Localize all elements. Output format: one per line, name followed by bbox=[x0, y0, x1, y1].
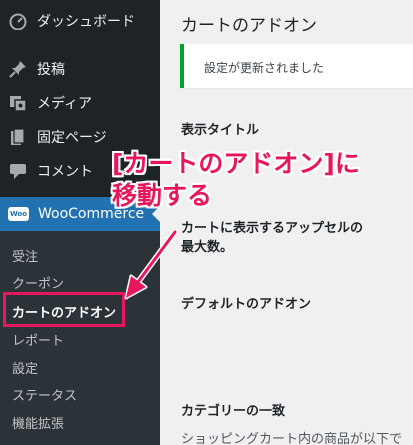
label-default-addons: デフォルトのアドオン bbox=[181, 297, 312, 312]
main-content: カートのアドオン 設定が更新されました 表示タイトル カートに表示するアップセル… bbox=[160, 0, 413, 445]
notice-text: 設定が更新されました bbox=[204, 61, 325, 75]
category-match-description: ショッピングカート内の商品が以下で bbox=[181, 432, 403, 445]
media-icon bbox=[8, 93, 28, 113]
label-display-title: 表示タイトル bbox=[181, 123, 260, 138]
label-max-upsells-line2: 最大数。 bbox=[181, 240, 234, 255]
menu-label-pages: 固定ページ bbox=[37, 130, 107, 146]
menu-label-posts: 投稿 bbox=[37, 62, 65, 78]
menu-label-media: メディア bbox=[37, 96, 93, 112]
cart-addons-highlight-box bbox=[3, 292, 125, 327]
dashboard-icon bbox=[8, 11, 28, 31]
pages-icon bbox=[8, 127, 28, 147]
page-title: カートのアドオン bbox=[181, 16, 317, 36]
menu-item-media[interactable]: メディア bbox=[0, 86, 160, 120]
annotation-line-2: 移動する bbox=[112, 181, 213, 210]
submenu-item-coupons[interactable]: クーポン bbox=[12, 273, 64, 292]
submenu-item-orders[interactable]: 受注 bbox=[12, 246, 38, 265]
submenu-item-status[interactable]: ステータス bbox=[12, 385, 77, 404]
woocommerce-icon: Woo bbox=[8, 207, 29, 221]
admin-sidebar: ダッシュボード 投稿 メディア 固定ページ コメント Woo WooCommer… bbox=[0, 0, 160, 445]
annotation-callout: [カートのアドオン]に 移動する bbox=[112, 148, 412, 212]
label-category-match: カテゴリーの一致 bbox=[181, 404, 286, 419]
submenu-item-settings[interactable]: 設定 bbox=[12, 358, 38, 377]
menu-item-posts[interactable]: 投稿 bbox=[0, 52, 160, 86]
success-notice: 設定が更新されました bbox=[180, 44, 413, 88]
menu-label-comments: コメント bbox=[37, 164, 93, 180]
comment-bubble-icon bbox=[8, 161, 28, 181]
submenu-item-reports[interactable]: レポート bbox=[12, 330, 64, 349]
submenu-item-extensions[interactable]: 機能拡張 bbox=[12, 413, 64, 432]
label-max-upsells-line1: カートに表示するアップセルの bbox=[181, 221, 364, 236]
menu-label-dashboard: ダッシュボード bbox=[37, 14, 135, 30]
menu-item-dashboard[interactable]: ダッシュボード bbox=[0, 4, 160, 38]
pushpin-icon bbox=[8, 59, 28, 79]
annotation-line-1: [カートのアドオン]に bbox=[112, 149, 360, 178]
